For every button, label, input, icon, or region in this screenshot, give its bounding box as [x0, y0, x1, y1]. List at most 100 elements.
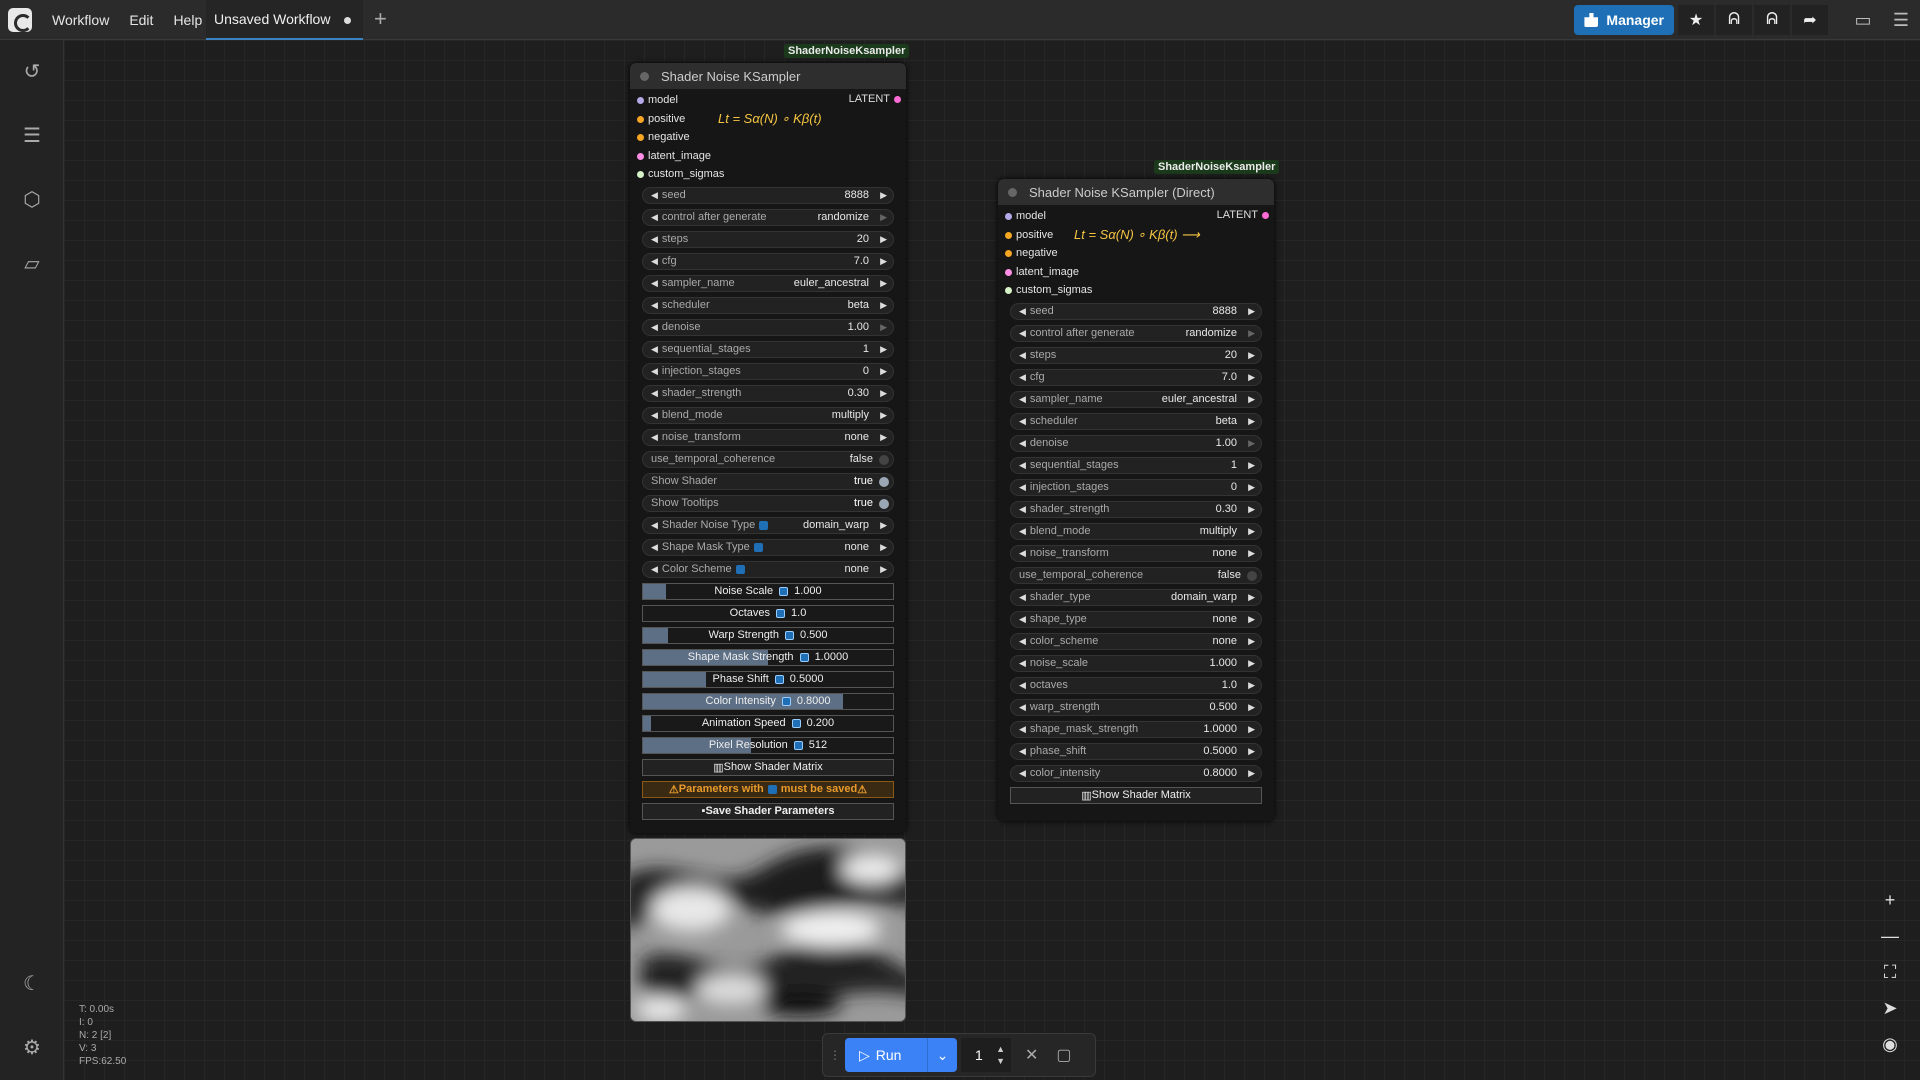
- input-pin-icon[interactable]: [1005, 231, 1012, 239]
- graph-canvas[interactable]: [64, 40, 1920, 1080]
- increment-arrow-icon[interactable]: ▶: [1248, 746, 1255, 757]
- input-slot[interactable]: negative: [998, 244, 1274, 263]
- toggle-widget[interactable]: Show Shader true: [642, 472, 894, 490]
- batch-count-input[interactable]: 1 ▲ ▼: [961, 1038, 1011, 1072]
- increment-arrow-icon[interactable]: ▶: [880, 278, 887, 289]
- decrement-arrow-icon[interactable]: ◀: [1019, 482, 1026, 493]
- input-slot[interactable]: model: [998, 207, 1274, 226]
- increment-arrow-icon[interactable]: ▶: [880, 322, 887, 333]
- input-pin-icon[interactable]: [637, 115, 644, 123]
- collapse-dot-icon[interactable]: [640, 71, 649, 81]
- decrement-arrow-icon[interactable]: ◀: [651, 432, 658, 443]
- increment-arrow-icon[interactable]: ▶: [1248, 482, 1255, 493]
- decrement-arrow-icon[interactable]: ◀: [651, 542, 658, 553]
- increment-arrow-icon[interactable]: ▶: [1248, 526, 1255, 537]
- toggle-knob-icon[interactable]: [879, 476, 889, 487]
- show-shader-matrix-button[interactable]: ▥ Show Shader Matrix: [1010, 786, 1262, 804]
- combo-widget[interactable]: ◀ steps 20 ▶: [1010, 346, 1262, 364]
- decrement-arrow-icon[interactable]: ◀: [1019, 504, 1026, 515]
- combo-widget[interactable]: ◀ sequential_stages 1 ▶: [1010, 456, 1262, 474]
- input-pin-icon[interactable]: [637, 134, 644, 141]
- slider-widget[interactable]: Color Intensity 0.8000: [642, 692, 894, 710]
- input-slot[interactable]: custom_sigmas: [998, 281, 1274, 300]
- show-shader-matrix-button[interactable]: ▥ Show Shader Matrix: [642, 758, 894, 776]
- combo-widget[interactable]: ◀ scheduler beta ▶: [642, 296, 894, 314]
- input-pin-icon[interactable]: [1005, 287, 1012, 294]
- decrement-arrow-icon[interactable]: ◀: [1019, 460, 1026, 471]
- increment-arrow-icon[interactable]: ▶: [1248, 614, 1255, 625]
- decrement-arrow-icon[interactable]: ◀: [1019, 328, 1026, 339]
- decrement-arrow-icon[interactable]: ◀: [651, 388, 658, 399]
- input-pin-icon[interactable]: [637, 97, 644, 104]
- panel-toggle-icon[interactable]: ▭: [1844, 5, 1882, 35]
- combo-widget[interactable]: ◀ cfg 7.0 ▶: [1010, 368, 1262, 386]
- increment-arrow-icon[interactable]: ▶: [1248, 438, 1255, 449]
- combo-widget[interactable]: ◀ control after generate randomize ▶: [642, 208, 894, 226]
- model-alt-icon[interactable]: ᕱ: [1754, 5, 1790, 35]
- menu-help[interactable]: Help: [173, 12, 202, 28]
- share-icon[interactable]: ➦: [1792, 5, 1828, 35]
- increment-arrow-icon[interactable]: ▶: [1248, 306, 1255, 317]
- increment-arrow-icon[interactable]: ▶: [880, 212, 887, 223]
- manager-button[interactable]: Manager: [1574, 5, 1674, 35]
- combo-widget[interactable]: ◀ shape_mask_strength 1.0000 ▶: [1010, 720, 1262, 738]
- decrement-arrow-icon[interactable]: ◀: [651, 190, 658, 201]
- input-pin-icon[interactable]: [1005, 268, 1012, 276]
- decrement-arrow-icon[interactable]: ◀: [651, 212, 658, 223]
- decrement-arrow-icon[interactable]: ◀: [651, 344, 658, 355]
- decrement-arrow-icon[interactable]: ◀: [1019, 548, 1026, 559]
- combo-widget[interactable]: ◀ cfg 7.0 ▶: [642, 252, 894, 270]
- combo-widget[interactable]: ◀ color_intensity 0.8000 ▶: [1010, 764, 1262, 782]
- decrement-arrow-icon[interactable]: ◀: [1019, 614, 1026, 625]
- stepper-icon[interactable]: ▲ ▼: [996, 1043, 1005, 1067]
- input-pin-icon[interactable]: [1005, 250, 1012, 257]
- workflows-folder-icon[interactable]: ▱: [20, 252, 44, 276]
- add-tab-icon[interactable]: +: [374, 8, 387, 30]
- toggle-knob-icon[interactable]: [1247, 570, 1257, 581]
- combo-widget[interactable]: ◀ Color Scheme none ▶: [642, 560, 894, 578]
- combo-widget[interactable]: ◀ sequential_stages 1 ▶: [642, 340, 894, 358]
- history-icon[interactable]: ↺: [20, 60, 44, 84]
- decrement-arrow-icon[interactable]: ◀: [651, 564, 658, 575]
- combo-widget[interactable]: ◀ shader_strength 0.30 ▶: [1010, 500, 1262, 518]
- decrement-arrow-icon[interactable]: ◀: [1019, 702, 1026, 713]
- increment-arrow-icon[interactable]: ▶: [1248, 724, 1255, 735]
- zoom-out-icon[interactable]: —: [1870, 918, 1910, 954]
- shader-noise-ksampler-direct-node[interactable]: Shader Noise KSampler (Direct) LATENT Lt…: [998, 179, 1274, 821]
- increment-arrow-icon[interactable]: ▶: [880, 300, 887, 311]
- increment-arrow-icon[interactable]: ▶: [1248, 548, 1255, 559]
- increment-arrow-icon[interactable]: ▶: [880, 432, 887, 443]
- queue-list-icon[interactable]: ☰: [20, 124, 44, 148]
- increment-arrow-icon[interactable]: ▶: [880, 234, 887, 245]
- decrement-arrow-icon[interactable]: ◀: [1019, 658, 1026, 669]
- input-slot[interactable]: positive: [630, 110, 906, 129]
- decrement-arrow-icon[interactable]: ◀: [1019, 592, 1026, 603]
- slider-widget[interactable]: Warp Strength 0.500: [642, 626, 894, 644]
- increment-arrow-icon[interactable]: ▶: [1248, 328, 1255, 339]
- increment-arrow-icon[interactable]: ▶: [880, 520, 887, 531]
- combo-widget[interactable]: ◀ blend_mode multiply ▶: [642, 406, 894, 424]
- combo-widget[interactable]: ◀ shader_strength 0.30 ▶: [642, 384, 894, 402]
- decrement-arrow-icon[interactable]: ◀: [651, 234, 658, 245]
- fit-view-icon[interactable]: ⛶: [1870, 954, 1910, 990]
- input-slot[interactable]: negative: [630, 128, 906, 147]
- decrement-arrow-icon[interactable]: ◀: [1019, 746, 1026, 757]
- decrement-arrow-icon[interactable]: ◀: [651, 300, 658, 311]
- combo-widget[interactable]: ◀ denoise 1.00 ▶: [1010, 434, 1262, 452]
- combo-widget[interactable]: ◀ control after generate randomize ▶: [1010, 324, 1262, 342]
- save-shader-parameters-button[interactable]: ▪ Save Shader Parameters: [642, 802, 894, 820]
- slider-widget[interactable]: Pixel Resolution 512: [642, 736, 894, 754]
- tab-unsaved-workflow[interactable]: Unsaved Workflow: [206, 0, 363, 40]
- input-slot[interactable]: latent_image: [630, 147, 906, 166]
- increment-arrow-icon[interactable]: ▶: [1248, 350, 1255, 361]
- theme-moon-icon[interactable]: ☾: [20, 972, 44, 996]
- node-title-bar[interactable]: Shader Noise KSampler: [630, 63, 906, 89]
- increment-arrow-icon[interactable]: ▶: [1248, 416, 1255, 427]
- combo-widget[interactable]: ◀ noise_scale 1.000 ▶: [1010, 654, 1262, 672]
- decrement-arrow-icon[interactable]: ◀: [1019, 350, 1026, 361]
- model-library-cube-icon[interactable]: ⬡: [20, 188, 44, 212]
- toggle-knob-icon[interactable]: [879, 454, 889, 465]
- shader-noise-ksampler-node[interactable]: Shader Noise KSampler LATENT Lt = Sα(N) …: [630, 63, 906, 833]
- select-pointer-icon[interactable]: ➤: [1870, 990, 1910, 1026]
- input-slot[interactable]: model: [630, 91, 906, 110]
